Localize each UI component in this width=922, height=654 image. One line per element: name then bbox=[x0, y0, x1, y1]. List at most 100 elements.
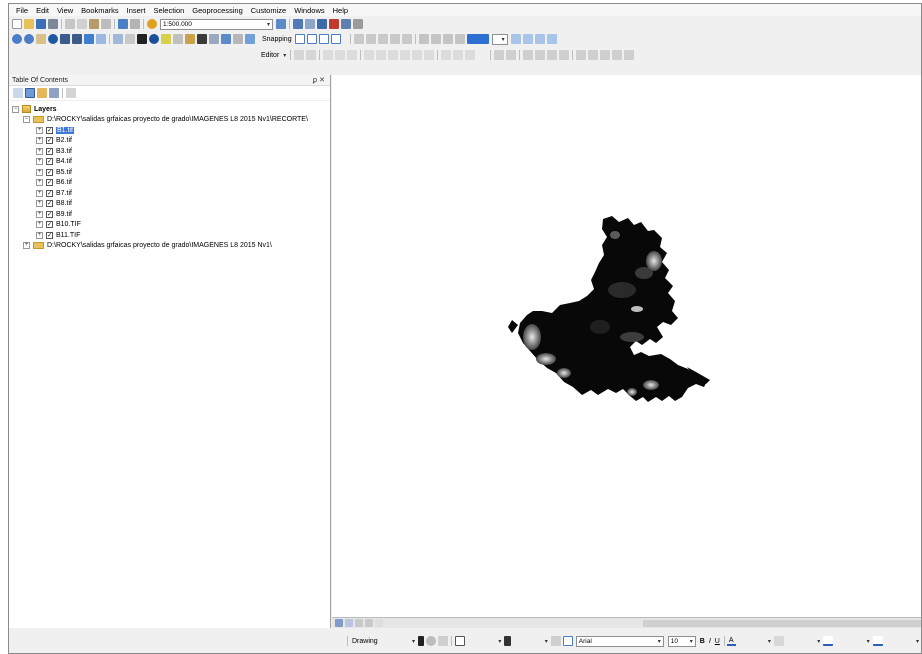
data-view-icon[interactable] bbox=[335, 619, 343, 627]
fixed-zoom-out-icon[interactable] bbox=[72, 34, 82, 44]
text-icon[interactable] bbox=[504, 636, 512, 646]
forward-extent-icon[interactable] bbox=[96, 34, 106, 44]
spatial-adjust-icon[interactable] bbox=[624, 50, 635, 60]
expand-icon[interactable]: + bbox=[36, 137, 43, 145]
layer-row[interactable]: + ✓ B2.tif bbox=[9, 136, 330, 147]
spatial-adjust-icon[interactable] bbox=[600, 50, 611, 60]
rotate-icon[interactable] bbox=[426, 636, 437, 646]
collapse-icon[interactable]: − bbox=[12, 105, 19, 113]
menu-insert[interactable]: Insert bbox=[123, 6, 150, 15]
edit-vertices-icon[interactable] bbox=[550, 636, 561, 646]
expand-icon[interactable]: + bbox=[36, 221, 43, 229]
font-color-icon[interactable]: A bbox=[726, 637, 736, 646]
georeferencing-icon[interactable] bbox=[494, 50, 505, 60]
layer-row[interactable]: + ✓ B4.tif bbox=[9, 157, 330, 168]
pause-icon[interactable] bbox=[365, 619, 373, 627]
layer-row[interactable]: + ✓ B6.tif bbox=[9, 178, 330, 189]
expand-icon[interactable]: + bbox=[36, 179, 43, 187]
select-elements-icon[interactable] bbox=[137, 34, 147, 44]
open-folder-icon[interactable] bbox=[24, 19, 34, 29]
checkbox-icon[interactable]: ✓ bbox=[46, 147, 53, 155]
georef-tool-icon[interactable] bbox=[389, 34, 400, 44]
layer-row[interactable]: + ✓ B11.TIF bbox=[9, 230, 330, 241]
color-swatch-icon[interactable] bbox=[466, 34, 489, 44]
sketch-properties-icon[interactable] bbox=[453, 50, 464, 60]
line-color-icon[interactable] bbox=[823, 636, 834, 646]
topology-icon[interactable] bbox=[523, 50, 534, 60]
paste-icon[interactable] bbox=[89, 19, 99, 29]
georef-tool-icon[interactable] bbox=[401, 34, 412, 44]
group-layer-recorte[interactable]: − D:\ROCKY\salidas grfaicas proyecto de … bbox=[9, 115, 330, 126]
end-snapping-icon[interactable] bbox=[306, 34, 317, 44]
group-layer-nv1[interactable]: + D:\ROCKY\salidas grfaicas proyecto de … bbox=[9, 241, 330, 252]
map-view[interactable] bbox=[332, 75, 921, 617]
layer-row[interactable]: + ✓ B8.tif bbox=[9, 199, 330, 210]
menu-customize[interactable]: Customize bbox=[247, 6, 290, 15]
cut-polygons-icon[interactable] bbox=[388, 50, 399, 60]
snapping-label[interactable]: Snapping bbox=[260, 36, 294, 43]
attributes-icon[interactable] bbox=[441, 50, 452, 60]
pan-icon[interactable] bbox=[36, 34, 46, 44]
fill-color-icon[interactable] bbox=[773, 636, 784, 646]
georef-tool-icon[interactable] bbox=[377, 34, 388, 44]
expand-icon[interactable]: + bbox=[36, 210, 43, 218]
toc-options-icon[interactable] bbox=[66, 88, 76, 98]
save-icon[interactable] bbox=[36, 19, 46, 29]
full-extent-icon[interactable] bbox=[48, 34, 58, 44]
georef-tool-icon[interactable] bbox=[353, 34, 364, 44]
find-route-icon[interactable] bbox=[209, 34, 219, 44]
list-by-source-icon[interactable] bbox=[25, 88, 35, 98]
underline-button[interactable]: U bbox=[713, 638, 722, 645]
table-icon[interactable] bbox=[293, 19, 303, 29]
expand-icon[interactable]: + bbox=[36, 168, 43, 176]
expand-icon[interactable]: + bbox=[36, 200, 43, 208]
viewer-window-icon[interactable] bbox=[245, 34, 255, 44]
raster-tool-icon[interactable] bbox=[546, 34, 557, 44]
checkbox-icon[interactable]: ✓ bbox=[46, 158, 53, 166]
layer-row[interactable]: + ✓ B9.tif bbox=[9, 209, 330, 220]
raster-tool-icon[interactable] bbox=[522, 34, 533, 44]
image-analysis-icon[interactable] bbox=[454, 34, 465, 44]
cut-icon[interactable] bbox=[65, 19, 75, 29]
create-features-icon[interactable] bbox=[465, 50, 476, 60]
edit-tool-icon[interactable] bbox=[294, 50, 305, 60]
hyperlink-icon[interactable] bbox=[161, 34, 171, 44]
marker-color-icon[interactable] bbox=[872, 636, 883, 646]
undo-icon[interactable] bbox=[118, 19, 128, 29]
delete-icon[interactable] bbox=[101, 19, 111, 29]
list-by-visibility-icon[interactable] bbox=[37, 88, 47, 98]
image-analysis-icon[interactable] bbox=[418, 34, 429, 44]
layer-dropdown[interactable]: ▾ bbox=[491, 33, 508, 45]
point-icon[interactable] bbox=[347, 50, 358, 60]
expand-icon[interactable]: + bbox=[36, 189, 43, 197]
map-scale-combo[interactable]: 1:500.000 ▾ bbox=[160, 18, 273, 30]
horizontal-scrollbar[interactable] bbox=[643, 619, 921, 627]
zoom-to-elements-icon[interactable] bbox=[438, 636, 449, 646]
georeferencing-icon[interactable] bbox=[506, 50, 517, 60]
html-popup-icon[interactable] bbox=[173, 34, 183, 44]
raster-tool-icon[interactable] bbox=[534, 34, 545, 44]
scroll-left-icon[interactable] bbox=[375, 619, 383, 627]
add-data-icon[interactable] bbox=[147, 19, 157, 29]
select-elements-icon[interactable] bbox=[418, 636, 425, 646]
redo-icon[interactable] bbox=[130, 19, 140, 29]
layer-row[interactable]: + ✓ B3.tif bbox=[9, 146, 330, 157]
menu-edit[interactable]: Edit bbox=[32, 6, 53, 15]
bold-button[interactable]: B bbox=[698, 638, 707, 645]
expand-icon[interactable]: + bbox=[36, 158, 43, 166]
measure-icon[interactable] bbox=[185, 34, 195, 44]
menu-file[interactable]: File bbox=[12, 6, 32, 15]
tree-root[interactable]: − Layers bbox=[9, 104, 330, 115]
menu-help[interactable]: Help bbox=[329, 6, 352, 15]
edit-vertices-icon[interactable] bbox=[364, 50, 375, 60]
expand-icon[interactable]: + bbox=[36, 147, 43, 155]
checkbox-icon[interactable]: ✓ bbox=[46, 168, 53, 176]
search-window-icon[interactable] bbox=[317, 19, 327, 29]
font-icon[interactable] bbox=[562, 636, 573, 646]
checkbox-icon[interactable]: ✓ bbox=[46, 189, 53, 197]
expand-icon[interactable]: + bbox=[23, 242, 30, 250]
collapse-icon[interactable]: − bbox=[23, 116, 30, 124]
topology-icon[interactable] bbox=[535, 50, 546, 60]
font-size-combo[interactable]: 10 ▾ bbox=[667, 635, 696, 647]
time-slider-icon[interactable] bbox=[233, 34, 243, 44]
